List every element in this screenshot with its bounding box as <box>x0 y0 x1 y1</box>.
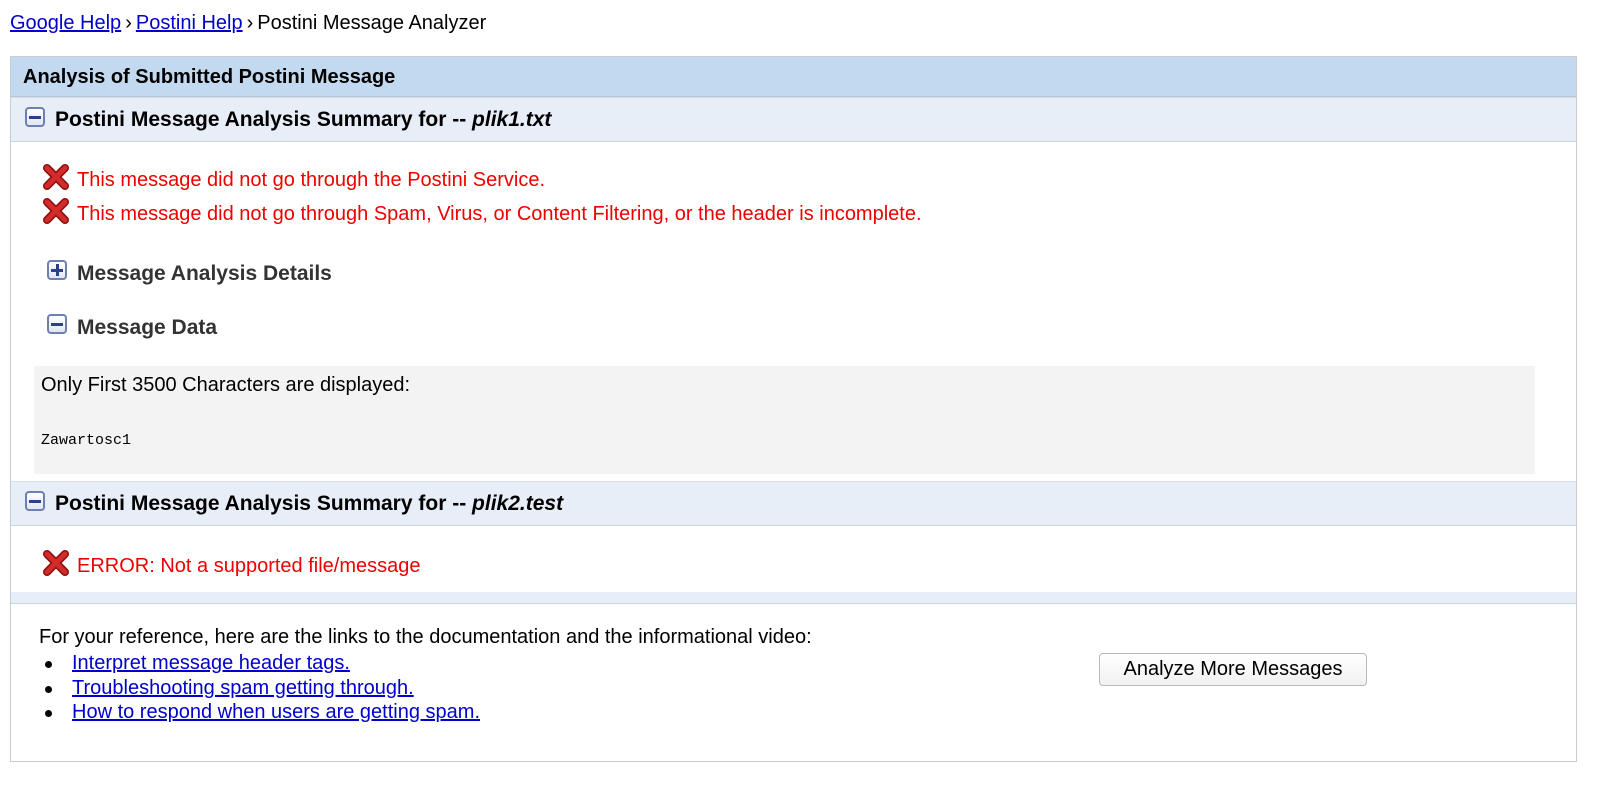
summary-filename: plik2.test <box>472 492 564 515</box>
error-row: This message did not go through Spam, Vi… <box>43 196 922 226</box>
expand-icon[interactable] <box>47 260 67 280</box>
error-message: This message did not go through Spam, Vi… <box>77 203 922 225</box>
error-message: This message did not go through the Post… <box>77 169 546 191</box>
summary-footer-bar <box>11 592 1576 604</box>
list-item: Troubleshooting spam getting through. <box>39 676 480 701</box>
breadcrumb-link-google-help[interactable]: Google Help <box>10 12 121 34</box>
list-item: How to respond when users are getting sp… <box>39 700 480 725</box>
reference-links: Interpret message header tags. Troublesh… <box>39 651 480 725</box>
reference-intro: For your reference, here are the links t… <box>39 626 812 648</box>
analyze-more-messages-button[interactable]: Analyze More Messages <box>1099 653 1367 686</box>
collapse-icon[interactable] <box>25 491 45 511</box>
error-x-icon <box>43 198 69 226</box>
summary-header-label: Postini Message Analysis Summary for -- <box>55 108 473 131</box>
analysis-panel: Analysis of Submitted Postini Message Po… <box>10 56 1577 762</box>
breadcrumb: Google Help › Postini Help › Postini Message… <box>10 11 486 35</box>
error-message: ERROR: Not a supported file/message <box>77 555 421 577</box>
list-item: Interpret message header tags. <box>39 651 480 676</box>
message-data-box: Only First 3500 Characters are displayed… <box>34 366 1535 474</box>
link-interpret-header-tags[interactable]: Interpret message header tags. <box>72 652 350 674</box>
panel-title: Analysis of Submitted Postini Message <box>11 57 1576 97</box>
breadcrumb-current: Postini Message Analyzer <box>257 12 487 34</box>
message-data-label: Message Data <box>77 316 218 339</box>
breadcrumb-separator: › <box>246 12 254 34</box>
collapse-icon[interactable] <box>47 314 67 334</box>
message-data-note: Only First 3500 Characters are displayed… <box>41 374 411 396</box>
error-row: This message did not go through the Post… <box>43 162 545 192</box>
error-row: ERROR: Not a supported file/message <box>43 548 421 578</box>
breadcrumb-separator: › <box>125 12 132 34</box>
message-data-content: Zawartosc1 <box>41 432 132 449</box>
link-troubleshooting-spam[interactable]: Troubleshooting spam getting through. <box>72 677 414 699</box>
error-x-icon <box>43 550 69 578</box>
message-analysis-details-label: Message Analysis Details <box>77 262 332 285</box>
error-x-icon <box>43 164 69 192</box>
breadcrumb-link-postini-help[interactable]: Postini Help <box>136 12 243 34</box>
summary-header-plik2: Postini Message Analysis Summary for -- … <box>11 481 1576 526</box>
collapse-icon[interactable] <box>25 107 45 127</box>
link-respond-users-spam[interactable]: How to respond when users are getting sp… <box>72 701 480 723</box>
summary-header-plik1: Postini Message Analysis Summary for -- … <box>11 97 1576 142</box>
summary-header-label: Postini Message Analysis Summary for -- <box>55 492 473 515</box>
summary-filename: plik1.txt <box>472 108 552 131</box>
